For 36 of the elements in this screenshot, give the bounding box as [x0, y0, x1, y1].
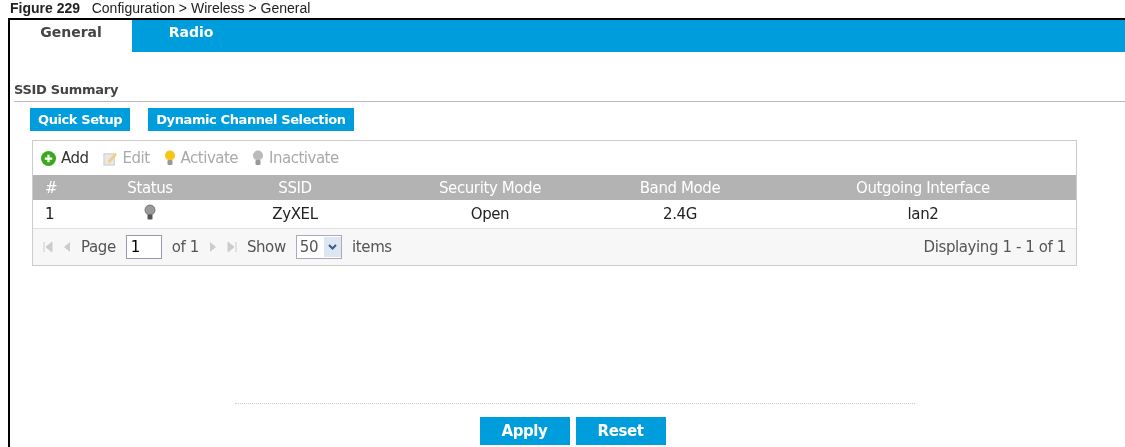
table-cell: 2.4G: [590, 200, 770, 229]
column-header: Security Mode: [390, 175, 590, 200]
first-page-icon[interactable]: [43, 240, 53, 254]
column-header: Outgoing Interface: [770, 175, 1076, 200]
column-header: #: [33, 175, 100, 200]
column-header: SSID: [200, 175, 390, 200]
items-label: items: [352, 238, 392, 256]
column-header: Status: [100, 175, 200, 200]
show-label: Show: [246, 238, 286, 256]
add-icon: [41, 150, 56, 166]
table-cell: 1: [33, 200, 100, 229]
toolbar-button[interactable]: Add: [41, 149, 89, 167]
bulb-icon: [163, 150, 176, 166]
dropdown-icon: [324, 237, 342, 257]
page-input[interactable]: 1: [125, 235, 162, 259]
figure-caption: Figure 229 Configuration > Wireless > General: [9, 0, 312, 18]
action-button[interactable]: Quick Setup: [30, 108, 131, 131]
action-button[interactable]: Dynamic Channel Selection: [148, 108, 354, 131]
last-page-icon[interactable]: [226, 240, 237, 254]
tab[interactable]: Radio: [132, 20, 250, 52]
form-button[interactable]: Reset: [575, 417, 666, 445]
bulb-icon: [252, 150, 265, 166]
per-page-select[interactable]: 50: [295, 235, 343, 259]
next-page-icon[interactable]: [208, 240, 217, 254]
table-cell: ZyXEL: [200, 200, 390, 229]
page-count: of 1: [171, 238, 199, 256]
previous-page-icon[interactable]: [63, 240, 71, 254]
edit-icon: [102, 150, 118, 166]
section-title: SSID Summary: [14, 82, 1125, 102]
column-header: Band Mode: [590, 175, 770, 200]
tab[interactable]: General: [10, 20, 132, 52]
table-cell: lan2: [770, 200, 1076, 229]
page-label: Page: [81, 238, 116, 256]
display-summary: Displaying 1 - 1 of 1: [923, 238, 1066, 256]
form-button[interactable]: Apply: [479, 417, 570, 445]
table-cell: Open: [390, 200, 590, 229]
